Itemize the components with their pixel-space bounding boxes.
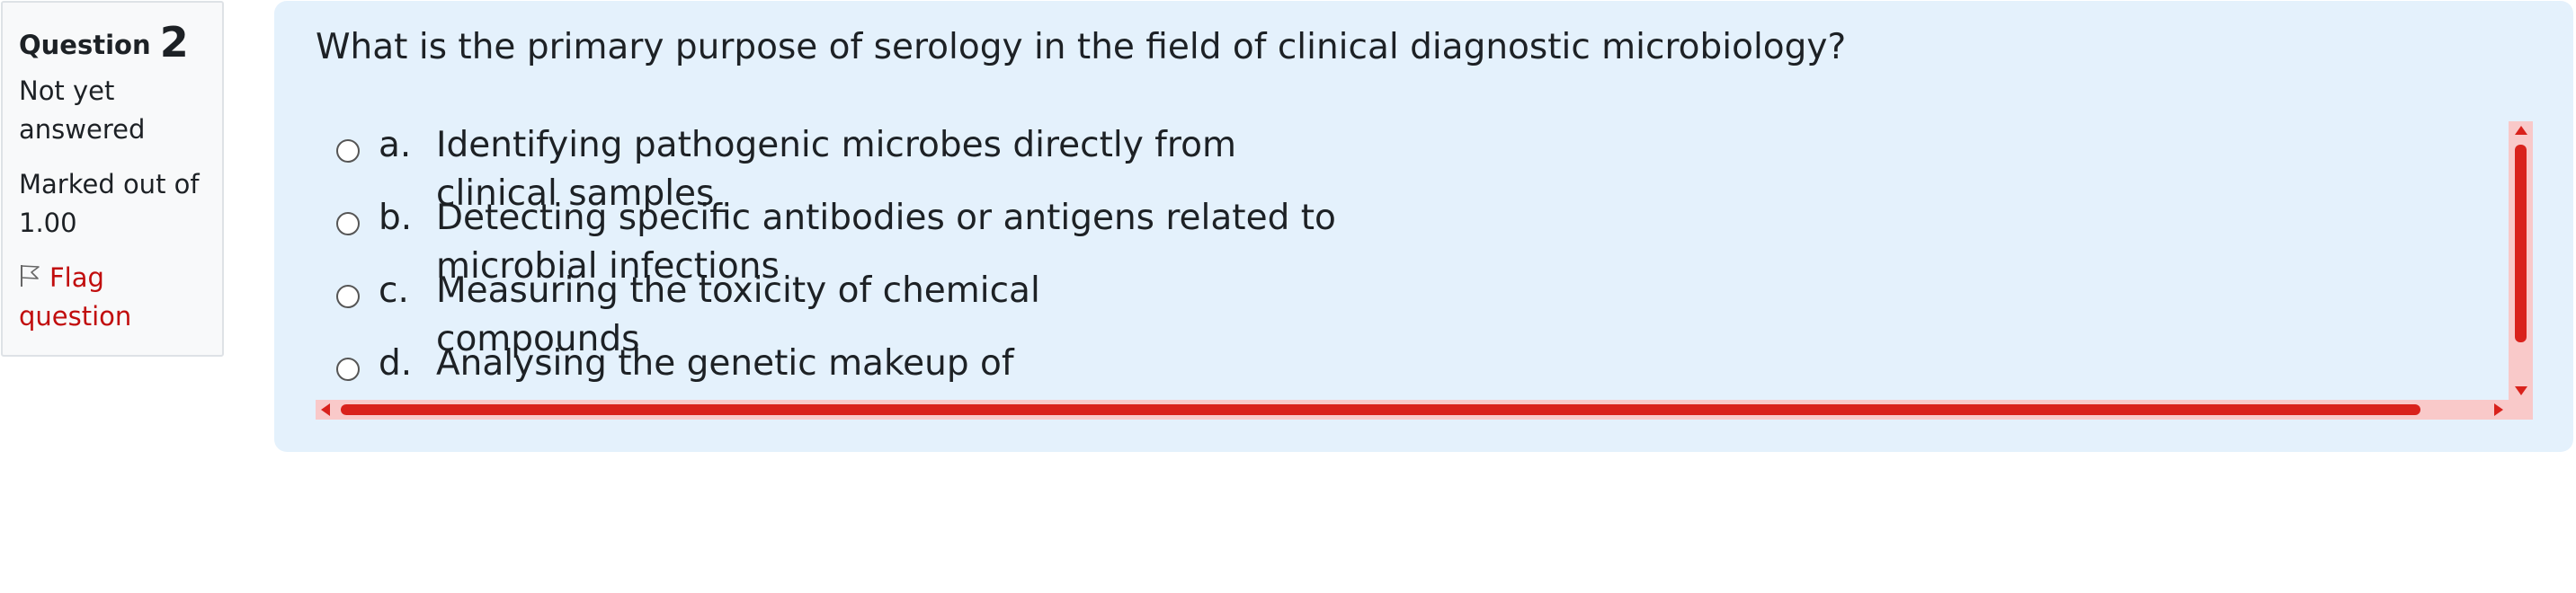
- question-formulation: What is the primary purpose of serology …: [274, 1, 2573, 452]
- answer-text[interactable]: Analysing the genetic makeup of: [436, 340, 1030, 388]
- question-text: What is the primary purpose of serology …: [316, 27, 1847, 67]
- question-state: Not yet answered: [19, 75, 146, 145]
- scroll-left-arrow-icon[interactable]: [321, 403, 330, 416]
- answer-radio-c[interactable]: [336, 285, 360, 308]
- flag-outline-icon: [19, 261, 42, 287]
- horizontal-scrollbar[interactable]: [316, 400, 2509, 420]
- scroll-up-arrow-icon[interactable]: [2515, 126, 2527, 135]
- flag-question-link[interactable]: Flag question: [19, 259, 206, 336]
- question-grade: Marked out of 1.00: [19, 169, 200, 238]
- answer-letter: a.: [379, 125, 412, 165]
- question-label: Question: [19, 30, 151, 60]
- answer-letter: d.: [379, 343, 413, 384]
- scroll-down-arrow-icon[interactable]: [2515, 386, 2527, 395]
- vertical-scroll-thumb[interactable]: [2515, 145, 2527, 342]
- scrollbar-corner: [2509, 400, 2533, 420]
- answer-radio-a[interactable]: [336, 139, 360, 163]
- answer-letter: c.: [379, 270, 409, 311]
- scroll-right-arrow-icon[interactable]: [2494, 403, 2503, 416]
- answer-radio-d[interactable]: [336, 358, 360, 381]
- answer-options[interactable]: a. Identifying pathogenic microbes direc…: [316, 121, 2531, 420]
- question-heading: Question 2: [19, 22, 206, 65]
- question-number: 2: [159, 18, 189, 66]
- answer-radio-b[interactable]: [336, 212, 360, 235]
- vertical-scrollbar[interactable]: [2509, 121, 2533, 400]
- horizontal-scroll-thumb[interactable]: [341, 404, 2420, 415]
- question-info-panel: Question 2 Not yet answered Marked out o…: [1, 1, 224, 357]
- answer-letter: b.: [379, 198, 413, 238]
